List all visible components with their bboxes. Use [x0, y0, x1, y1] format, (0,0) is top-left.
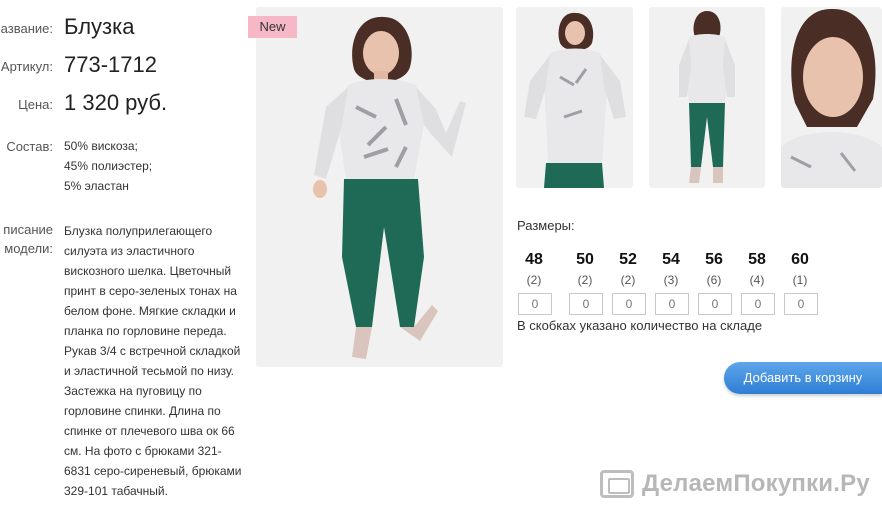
qty-input-54[interactable]: 0: [655, 293, 689, 315]
composition-list: 50% вискоза; 45% полиэстер; 5% эластан: [64, 136, 152, 196]
stock-count: (2): [526, 273, 542, 287]
qty-input-56[interactable]: 0: [698, 293, 732, 315]
product-article: 773-1712: [64, 52, 157, 77]
site-logo[interactable]: ДелаемПокупки.Ру: [600, 470, 870, 498]
size-48: 48 (2): [514, 251, 554, 287]
size-58: 58 (4): [737, 251, 777, 287]
size-value: 58: [748, 251, 766, 268]
composition-line: 5% эластан: [64, 179, 129, 193]
qty-input-52[interactable]: 0: [612, 293, 646, 315]
size-60: 60 (1): [780, 251, 820, 287]
logo-text: ДелаемПокупки.Ру: [642, 470, 870, 497]
composition-label: Состав:: [6, 139, 53, 154]
size-value: 60: [791, 251, 809, 268]
stock-count: (6): [706, 273, 722, 287]
qty-input-50[interactable]: 0: [569, 293, 603, 315]
article-label: Артикул:: [0, 59, 53, 74]
size-value: 52: [619, 251, 637, 268]
qty-input-60[interactable]: 0: [784, 293, 818, 315]
model-face-icon: [781, 8, 882, 188]
stock-count: (4): [749, 273, 765, 287]
composition-line: 50% вискоза;: [64, 139, 138, 153]
laptop-icon: [600, 470, 634, 498]
model-back-icon: [679, 11, 735, 183]
name-label: азвание:: [0, 21, 53, 36]
model-front-icon: [524, 12, 626, 188]
stock-count: (1): [792, 273, 808, 287]
size-56: 56 (6): [694, 251, 734, 287]
description-label-1: писание: [3, 222, 53, 237]
stock-note: В скобках указано количество на складе: [517, 318, 763, 333]
stock-count: (2): [577, 273, 593, 287]
product-name: Блузка: [64, 14, 135, 39]
size-value: 48: [525, 251, 543, 268]
description-label-2: модели:: [4, 241, 53, 256]
product-description: Блузка полуприлегающего силуэта из эласт…: [64, 224, 242, 498]
model-figure: [313, 16, 466, 359]
sizes-title: Размеры:: [517, 218, 575, 233]
size-value: 50: [576, 251, 594, 268]
thumbnail-front[interactable]: [516, 7, 633, 188]
main-product-image[interactable]: [256, 7, 503, 367]
size-50: 50 (2): [565, 251, 605, 287]
stock-count: (2): [620, 273, 636, 287]
price-label: Цена:: [18, 97, 53, 112]
size-value: 56: [705, 251, 723, 268]
thumbnail-closeup[interactable]: [781, 7, 882, 188]
size-54: 54 (3): [651, 251, 691, 287]
stock-count: (3): [663, 273, 679, 287]
size-value: 54: [662, 251, 680, 268]
qty-input-58[interactable]: 0: [741, 293, 775, 315]
qty-input-48[interactable]: 0: [518, 293, 552, 315]
size-52: 52 (2): [608, 251, 648, 287]
product-price: 1 320 руб.: [64, 90, 168, 115]
composition-line: 45% полиэстер;: [64, 159, 153, 173]
add-to-cart-button[interactable]: Добавить в корзину: [724, 362, 882, 394]
thumbnail-back[interactable]: [649, 7, 765, 188]
new-badge: New: [248, 16, 297, 38]
